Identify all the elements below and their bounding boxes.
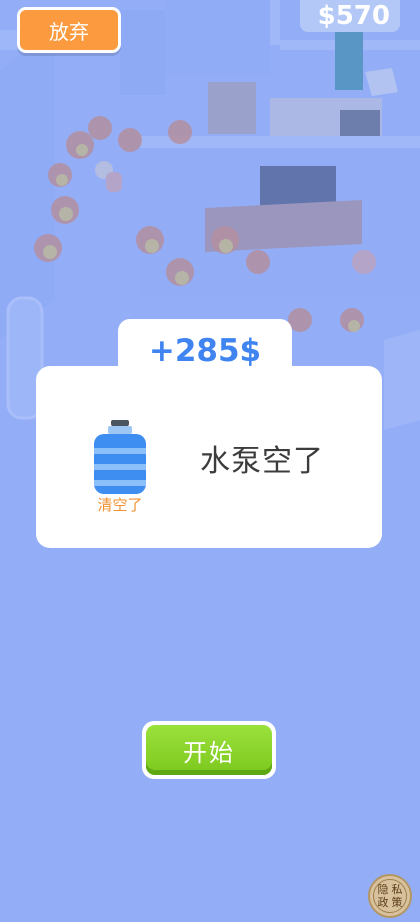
water-bottle-icon bbox=[91, 420, 149, 496]
privacy-char: 隐 bbox=[377, 883, 389, 896]
start-button[interactable]: 开始 bbox=[142, 721, 276, 779]
item-status: 清空了 bbox=[97, 496, 143, 514]
pump-empty-message: 水泵空了 bbox=[200, 444, 324, 479]
privacy-char: 私 bbox=[391, 883, 403, 896]
privacy-policy-button[interactable]: 隐 私 政 策 bbox=[368, 874, 412, 918]
quit-button[interactable]: 放弃 bbox=[17, 7, 121, 53]
money-counter: $570 bbox=[317, 1, 390, 31]
start-button-label: 开始 bbox=[146, 725, 272, 775]
privacy-seal: 隐 私 政 策 bbox=[373, 879, 407, 913]
privacy-char: 策 bbox=[391, 896, 403, 909]
privacy-char: 政 bbox=[377, 896, 389, 909]
